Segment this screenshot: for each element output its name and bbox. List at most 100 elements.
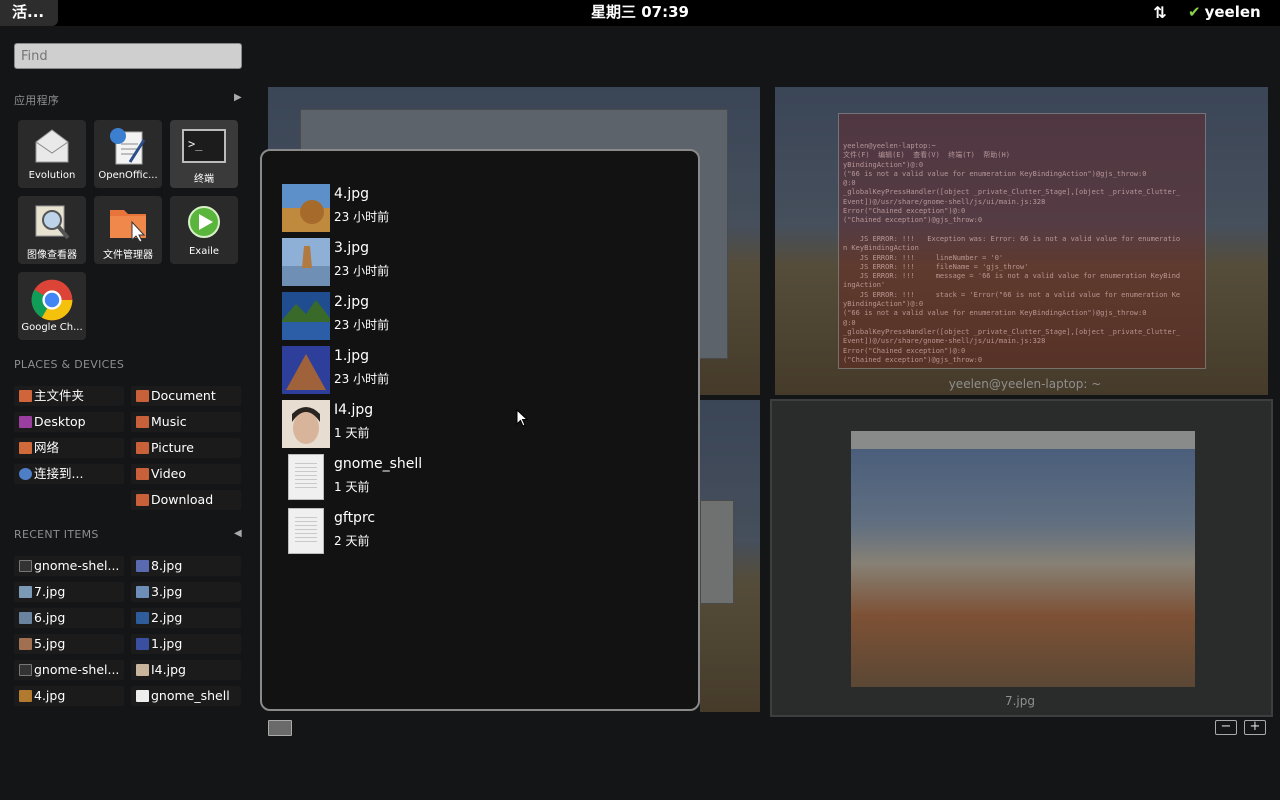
app-terminal[interactable]: >_ 终端	[170, 120, 238, 188]
place-picture[interactable]: Picture	[131, 438, 241, 458]
terminal-icon: >_	[182, 129, 226, 163]
app-label: 文件管理器	[103, 250, 153, 261]
recent-item[interactable]: gnome-shel...	[14, 556, 124, 576]
recent-files-popup: 4.jpg 23 小时前 3.jpg 23 小时前 2.jpg 23 小时前 1…	[260, 149, 700, 711]
place-label: 主文件夹	[34, 388, 85, 403]
home-folder-icon	[19, 390, 32, 402]
app-label: Exaile	[188, 246, 220, 257]
popup-item-3jpg[interactable]: 3.jpg 23 小时前	[282, 236, 682, 286]
image-viewer-icon	[35, 205, 70, 240]
place-network[interactable]: 网络	[14, 438, 124, 458]
app-openoffice[interactable]: OpenOffic...	[94, 120, 162, 188]
folder-icon	[136, 390, 149, 402]
recent-item[interactable]: 1.jpg	[131, 634, 241, 654]
recent-item[interactable]: gnome-shel...	[14, 660, 124, 680]
applications-section-header[interactable]: 应用程序 ▶	[14, 92, 244, 108]
search-input[interactable]	[14, 43, 242, 69]
places-title: PLACES & DEVICES	[14, 358, 125, 371]
folder-icon	[136, 416, 149, 428]
place-document[interactable]: Document	[131, 386, 241, 406]
recent-label: I4.jpg	[151, 662, 186, 677]
recent-title: RECENT ITEMS	[14, 528, 99, 541]
expand-arrow-icon[interactable]: ▶	[234, 92, 242, 103]
image-thumbnail	[282, 292, 330, 340]
place-label: Download	[151, 492, 214, 507]
popup-item-gftprc[interactable]: gftprc 2 天前	[282, 506, 682, 556]
place-label: Video	[151, 466, 187, 481]
recent-item[interactable]: 2.jpg	[131, 608, 241, 628]
popup-item-time: 2 天前	[334, 534, 370, 548]
popup-item-2jpg[interactable]: 2.jpg 23 小时前	[282, 290, 682, 340]
place-download[interactable]: Download	[131, 490, 241, 510]
place-music[interactable]: Music	[131, 412, 241, 432]
recent-item[interactable]: 4.jpg	[14, 686, 124, 706]
openoffice-icon	[110, 128, 146, 165]
image-thumbnail	[282, 184, 330, 232]
popup-item-name: 1.jpg	[334, 348, 370, 364]
image-window-caption: 7.jpg	[1004, 694, 1036, 708]
place-video[interactable]: Video	[131, 464, 241, 484]
recent-item[interactable]: 5.jpg	[14, 634, 124, 654]
app-label: 终端	[194, 174, 214, 185]
recent-section-header[interactable]: RECENT ITEMS ◀	[14, 528, 244, 544]
place-label: Desktop	[34, 414, 86, 429]
app-exaile[interactable]: Exaile	[170, 196, 238, 264]
window-thumb-partial[interactable]	[700, 400, 760, 712]
add-workspace-button[interactable]: +	[1244, 720, 1266, 735]
popup-item-1jpg[interactable]: 1.jpg 23 小时前	[282, 344, 682, 394]
app-file-manager[interactable]: 文件管理器	[94, 196, 162, 264]
app-image-viewer[interactable]: 图像查看器	[18, 196, 86, 264]
app-google-chrome[interactable]: Google Ch...	[18, 272, 86, 340]
app-label: Google Ch...	[21, 322, 83, 333]
collapse-arrow-icon[interactable]: ◀	[234, 528, 242, 539]
document-icon	[288, 508, 324, 554]
mouse-cursor-icon	[516, 409, 528, 427]
app-evolution[interactable]: Evolution	[18, 120, 86, 188]
image-thumbnail	[282, 346, 330, 394]
folder-icon	[136, 468, 149, 480]
screenshot-thumb-icon	[19, 560, 32, 572]
evolution-icon	[35, 129, 69, 163]
applications-title: 应用程序	[14, 94, 60, 107]
recent-item[interactable]: 7.jpg	[14, 582, 124, 602]
popup-item-gnome-shell[interactable]: gnome_shell 1 天前	[282, 452, 682, 502]
screenshot-thumb-icon	[19, 664, 32, 676]
remove-workspace-button[interactable]: −	[1215, 720, 1237, 735]
folder-icon	[136, 494, 149, 506]
terminal-window-content: yeelen@yeelen-laptop:~ 文件(F) 编辑(E) 查看(V)…	[838, 113, 1206, 369]
workspace-indicator[interactable]	[268, 720, 292, 736]
popup-item-i4jpg[interactable]: I4.jpg 1 天前	[282, 398, 682, 448]
recent-item[interactable]: 8.jpg	[131, 556, 241, 576]
activities-button[interactable]: 活...	[0, 0, 58, 26]
clock[interactable]: 星期三 07:39	[540, 0, 740, 26]
image-thumb-icon	[136, 560, 149, 572]
document-icon	[136, 690, 149, 702]
recent-label: gnome-shel...	[34, 662, 120, 677]
window-thumb-image-viewer[interactable]	[770, 399, 1273, 717]
place-connect-server[interactable]: 连接到...	[14, 464, 124, 484]
place-home[interactable]: 主文件夹	[14, 386, 124, 406]
recent-label: 6.jpg	[34, 610, 66, 625]
place-desktop[interactable]: Desktop	[14, 412, 124, 432]
network-arrows-icon[interactable]: ⇅	[1150, 3, 1170, 23]
recent-label: 5.jpg	[34, 636, 66, 651]
recent-label: gnome-shel...	[34, 558, 120, 573]
popup-item-4jpg[interactable]: 4.jpg 23 小时前	[282, 182, 682, 232]
popup-item-name: gnome_shell	[334, 456, 423, 472]
image-thumb-icon	[136, 612, 149, 624]
places-section-header: PLACES & DEVICES	[14, 358, 244, 374]
popup-item-name: 4.jpg	[334, 186, 370, 202]
recent-item[interactable]: I4.jpg	[131, 660, 241, 680]
recent-label: 7.jpg	[34, 584, 66, 599]
recent-item[interactable]: 3.jpg	[131, 582, 241, 602]
recent-item[interactable]: gnome_shell	[131, 686, 241, 706]
app-label: Evolution	[28, 170, 76, 181]
image-thumb-icon	[136, 664, 149, 676]
recent-label: 3.jpg	[151, 584, 183, 599]
recent-item[interactable]: 6.jpg	[14, 608, 124, 628]
image-thumb-icon	[19, 690, 32, 702]
place-label: 网络	[34, 440, 60, 455]
image-viewer-toolbar	[851, 431, 1195, 449]
user-menu[interactable]: ✔ yeelen	[1188, 0, 1261, 26]
recent-label: 8.jpg	[151, 558, 183, 573]
